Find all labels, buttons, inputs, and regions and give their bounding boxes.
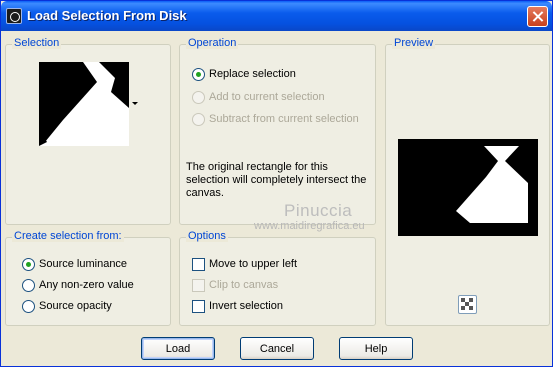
radio-replace-selection[interactable]: Replace selection [192, 66, 296, 82]
selection-group-label: Selection [12, 37, 62, 49]
radio-source-luminance-control[interactable] [22, 257, 35, 271]
radio-any-non-zero-control[interactable] [22, 278, 35, 292]
close-button[interactable] [527, 6, 548, 27]
checkbox-clip-to-canvas-control[interactable] [192, 278, 205, 292]
radio-add-to-selection[interactable]: Add to current selection [192, 89, 325, 105]
radio-source-luminance-label: Source luminance [39, 258, 128, 270]
radio-subtract-selection-label: Subtract from current selection [209, 113, 359, 125]
radio-source-luminance[interactable]: Source luminance [22, 256, 127, 272]
radio-replace-selection-control[interactable] [192, 67, 205, 81]
radio-any-non-zero[interactable]: Any non-zero value [22, 277, 134, 293]
radio-source-opacity-label: Source opacity [39, 300, 112, 312]
radio-source-opacity[interactable]: Source opacity [22, 298, 112, 314]
radio-any-non-zero-label: Any non-zero value [39, 279, 134, 291]
dialog-window: Load Selection From Disk Selection Opera… [0, 0, 553, 367]
preview-image [398, 139, 538, 236]
radio-source-opacity-control[interactable] [22, 299, 35, 313]
watermark-url: www.maidiregrafica.eu [254, 220, 365, 232]
cancel-button[interactable]: Cancel [240, 337, 314, 360]
checkbox-clip-to-canvas[interactable]: Clip to canvas [192, 277, 278, 293]
radio-subtract-selection-control[interactable] [192, 112, 205, 126]
checkerboard-icon[interactable] [458, 295, 477, 314]
radio-subtract-selection[interactable]: Subtract from current selection [192, 111, 359, 127]
thumbnail-dropdown-icon[interactable] [132, 102, 138, 105]
options-group-label: Options [186, 230, 228, 242]
window-title: Load Selection From Disk [27, 8, 187, 23]
checkbox-move-upper-left-control[interactable] [192, 257, 205, 271]
preview-group-label: Preview [392, 37, 436, 49]
checkbox-invert-selection-control[interactable] [192, 299, 205, 313]
checkbox-clip-to-canvas-label: Clip to canvas [209, 279, 279, 291]
radio-replace-selection-label: Replace selection [209, 68, 296, 80]
radio-add-to-selection-label: Add to current selection [209, 91, 325, 103]
create-from-group-label: Create selection from: [12, 230, 124, 242]
selection-shape-thumbnail [39, 62, 129, 146]
selection-thumbnail[interactable] [39, 62, 129, 146]
preview-selection-shape [456, 146, 528, 223]
operation-group-label: Operation [186, 37, 239, 49]
title-bar[interactable]: Load Selection From Disk [1, 1, 552, 31]
checkbox-invert-selection-label: Invert selection [209, 300, 283, 312]
operation-description: The original rectangle for this selectio… [186, 161, 367, 199]
watermark-name: Pinuccia [284, 201, 353, 220]
checkbox-move-upper-left[interactable]: Move to upper left [192, 256, 297, 272]
load-button[interactable]: Load [141, 337, 215, 360]
checkbox-invert-selection[interactable]: Invert selection [192, 298, 283, 314]
app-icon [6, 8, 22, 24]
radio-add-to-selection-control[interactable] [192, 90, 205, 104]
checkbox-move-upper-left-label: Move to upper left [209, 258, 298, 270]
help-button[interactable]: Help [339, 337, 413, 360]
